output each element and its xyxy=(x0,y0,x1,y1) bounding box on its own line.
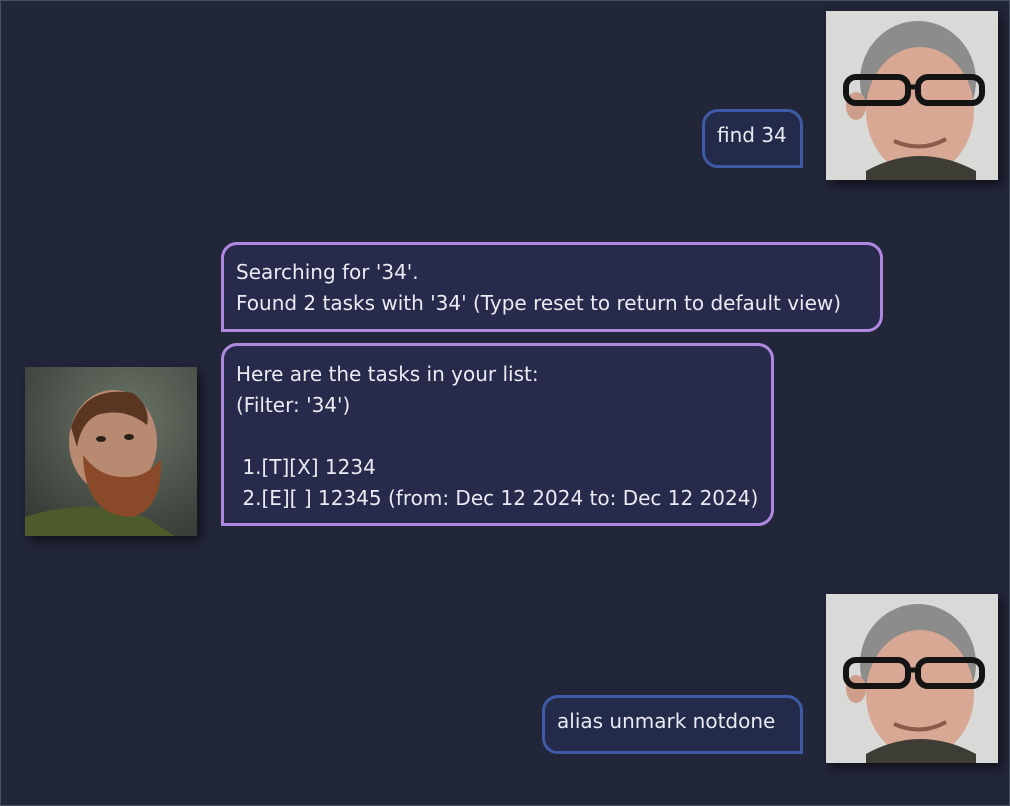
bot-avatar xyxy=(25,367,197,536)
user-message-bubble: alias unmark notdone xyxy=(542,695,803,754)
bot-message-bubble: Here are the tasks in your list: (Filter… xyxy=(221,343,774,526)
user-avatar xyxy=(826,11,998,180)
chat-window: find 34 Searching for '34'. Found 2 task… xyxy=(0,0,1010,806)
user-message-bubble: find 34 xyxy=(702,109,803,168)
user-avatar xyxy=(826,594,998,763)
bot-message-bubble: Searching for '34'. Found 2 tasks with '… xyxy=(221,242,883,332)
